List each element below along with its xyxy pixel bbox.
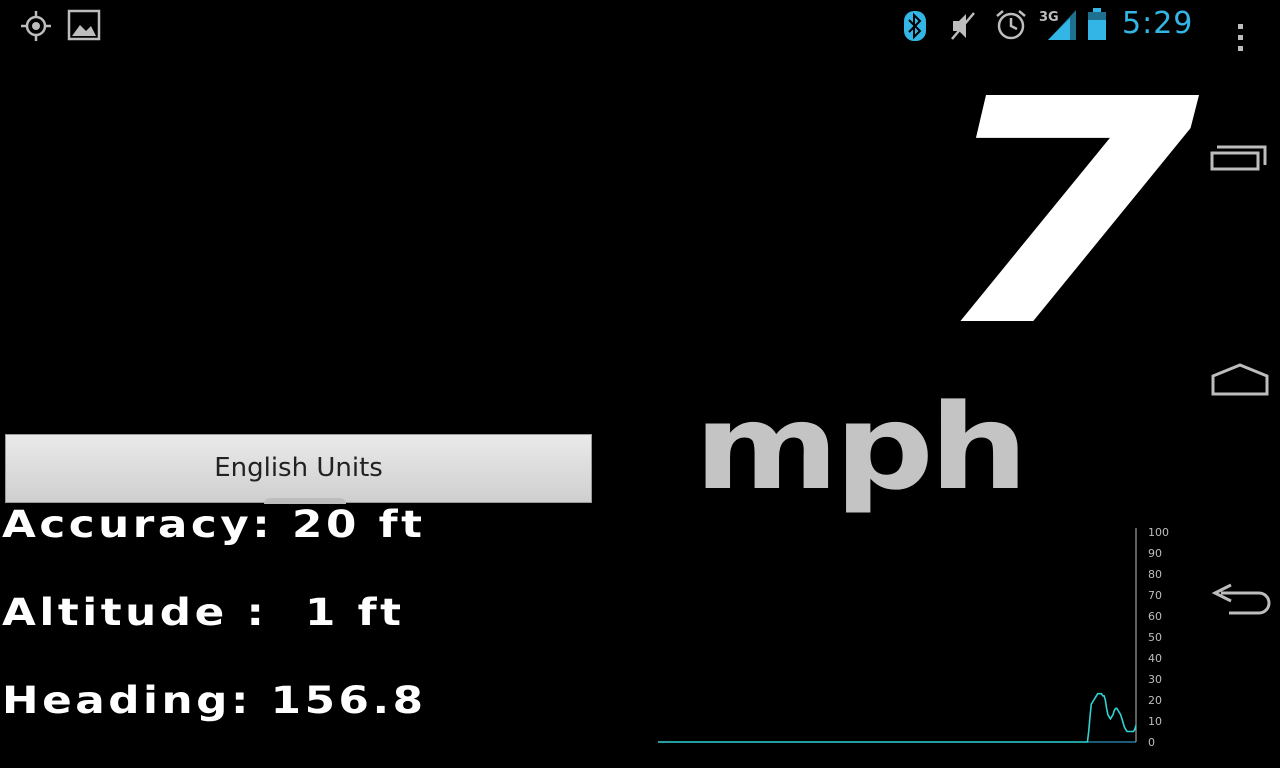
home-icon [1209, 362, 1271, 402]
overflow-menu-icon [1235, 21, 1245, 59]
gps-icon [20, 10, 52, 46]
chart-y-tick-label: 60 [1148, 610, 1162, 623]
chart-y-tick-label: 100 [1148, 526, 1169, 539]
accuracy-text: Accuracy: 20 ft [2, 503, 426, 546]
speed-series-line [658, 692, 1137, 743]
chart-y-tick-label: 40 [1148, 652, 1162, 665]
bluetooth-icon [903, 10, 927, 46]
chart-y-tick-label: 70 [1148, 589, 1162, 602]
chart-y-tick-label: 20 [1148, 694, 1162, 707]
speed-value: 7 [930, 34, 1200, 395]
altitude-text: Altitude : 1 ft [2, 591, 405, 634]
chart-y-tick-label: 30 [1148, 673, 1162, 686]
svg-text:3G: 3G [1039, 10, 1059, 25]
chart-y-tick-label: 10 [1148, 715, 1162, 728]
speed-history-chart: 100 90 80 70 60 50 40 30 20 10 0 [656, 520, 1196, 760]
chart-y-tick-label: 80 [1148, 568, 1162, 581]
chart-y-tick-label: 50 [1148, 631, 1162, 644]
back-button[interactable] [1200, 570, 1280, 640]
speed-history-svg: 1009080706050403020100 [658, 526, 1169, 749]
units-button-label: English Units [214, 452, 383, 483]
speed-unit: mph [694, 378, 1028, 516]
chart-y-tick-label: 90 [1148, 547, 1162, 560]
gallery-icon [67, 9, 101, 45]
english-units-button[interactable]: English Units [5, 434, 592, 504]
overflow-menu-button[interactable] [1200, 5, 1280, 75]
heading-text: Heading: 156.8 [2, 679, 427, 722]
back-icon [1207, 583, 1273, 627]
chart-y-tick-label: 0 [1148, 736, 1155, 749]
